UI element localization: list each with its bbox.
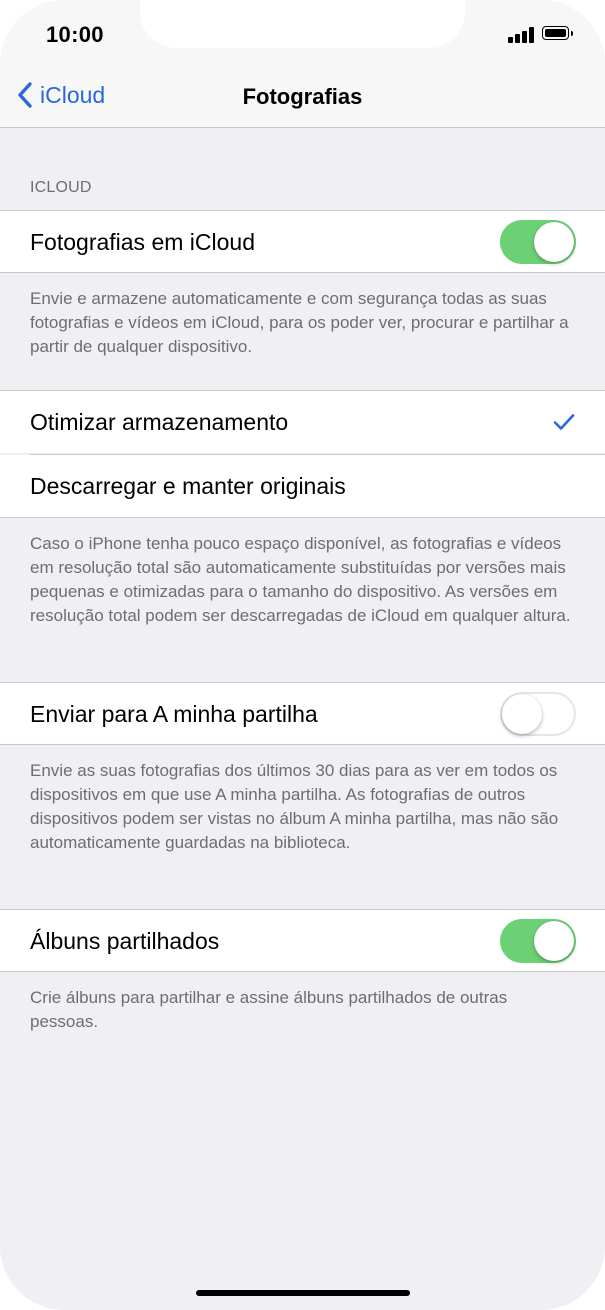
shared-albums-toggle[interactable] [500,919,576,963]
page-title: Fotografias [242,84,363,109]
notch [140,0,465,48]
my-photo-stream-row: Enviar para A minha partilha [0,682,605,745]
signal-icon [508,26,536,43]
phone-screen: 10:00 iCloud Fotografias ICLOUD Fotograf… [0,0,605,1310]
shared-albums-row: Álbuns partilhados [0,909,605,972]
my-photo-stream-toggle[interactable] [500,692,576,736]
shared-albums-footer: Crie álbuns para partilhar e assine álbu… [30,988,508,1031]
icloud-photos-footer: Envie e armazene automaticamente e com s… [30,289,569,356]
navigation-bar: iCloud Fotografias [0,62,605,128]
download-originals-row[interactable]: Descarregar e manter originais [0,455,605,518]
toggle-knob [502,694,542,734]
battery-icon [542,26,575,42]
icloud-photos-label: Fotografias em iCloud [30,229,255,255]
download-originals-label: Descarregar e manter originais [30,473,346,499]
optimize-storage-row[interactable]: Otimizar armazenamento [0,390,605,453]
storage-footer: Caso o iPhone tenha pouco espaço disponí… [30,534,571,625]
checkmark-icon [553,414,575,430]
shared-albums-label: Álbuns partilhados [30,928,220,954]
icloud-photos-row: Fotografias em iCloud [0,210,605,273]
my-photo-stream-footer: Envie as suas fotografias dos últimos 30… [30,761,559,852]
optimize-storage-label: Otimizar armazenamento [30,409,289,435]
status-bar: 10:00 [0,0,605,62]
home-indicator[interactable] [196,1290,410,1296]
section-header-icloud: ICLOUD [30,179,92,196]
my-photo-stream-label: Enviar para A minha partilha [30,701,318,727]
toggle-knob [534,921,574,961]
icloud-photos-toggle[interactable] [500,220,576,264]
toggle-knob [534,222,574,262]
status-time: 10:00 [46,22,104,47]
